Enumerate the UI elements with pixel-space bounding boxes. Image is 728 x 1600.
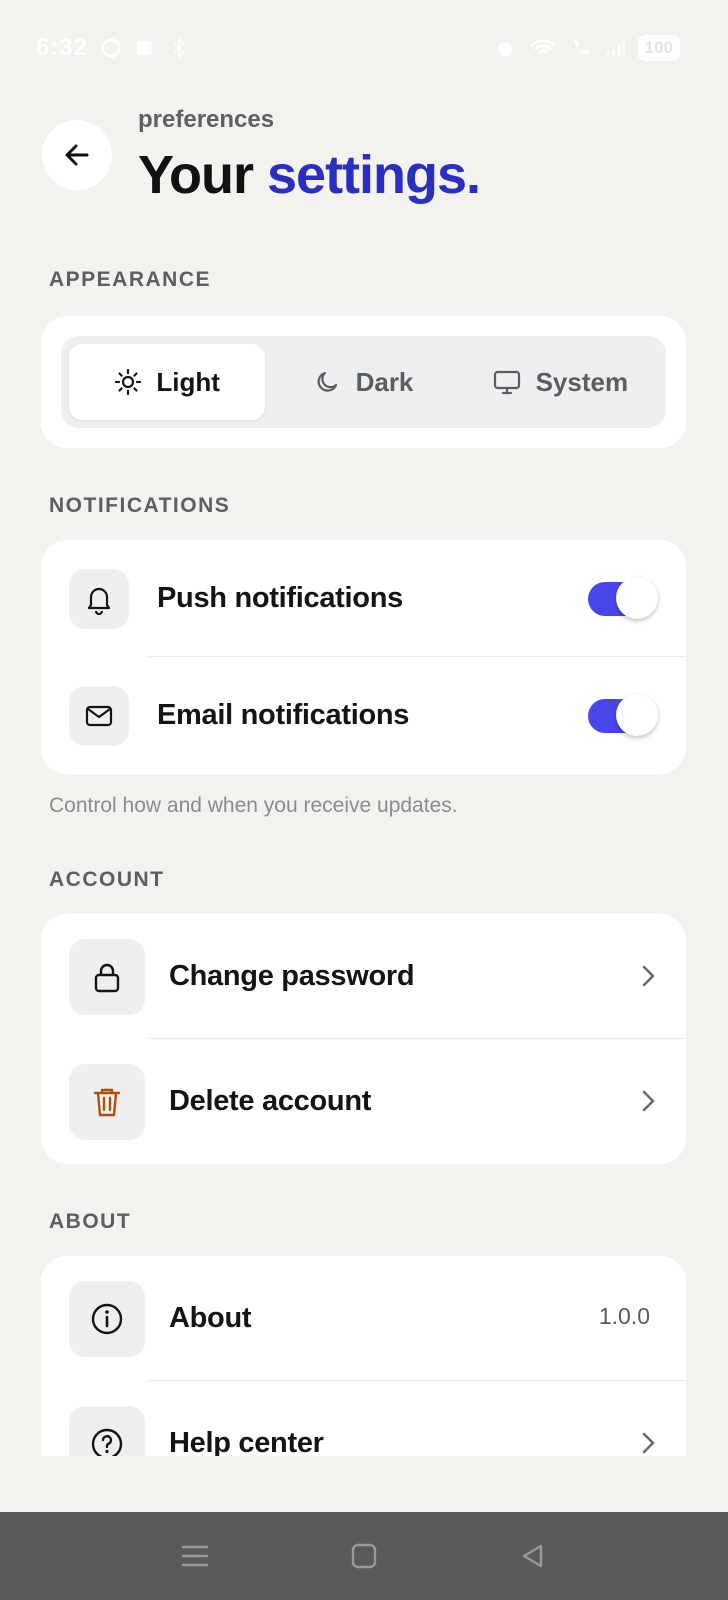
lock-icon: [94, 963, 120, 992]
section-label-about: ABOUT: [49, 1210, 132, 1233]
home-icon[interactable]: [349, 1541, 379, 1571]
notifications-helper-text: Control how and when you receive updates…: [49, 794, 458, 817]
icon-box: [69, 1063, 145, 1140]
chevron-right-icon: [642, 965, 655, 987]
icon-box: [69, 685, 129, 746]
mail-icon: [85, 705, 113, 726]
account-card: Change password Delete account: [41, 914, 686, 1164]
whatsapp-icon: [101, 38, 121, 58]
theme-option-label: System: [535, 366, 629, 397]
status-bar: 6:32 100: [0, 0, 728, 96]
back-button[interactable]: [42, 120, 112, 190]
system-navigation-bar: [0, 1512, 728, 1600]
monitor-icon: [493, 370, 520, 395]
theme-option-label: Dark: [355, 366, 414, 397]
page-title: Your settings.: [138, 144, 481, 206]
help-center-row[interactable]: Help center: [41, 1381, 686, 1456]
icon-box: [69, 1280, 145, 1357]
chevron-right-icon: [642, 1432, 655, 1454]
help-center-label: Help center: [169, 1427, 324, 1456]
app-version: 1.0.0: [598, 1303, 650, 1329]
theme-option-dark[interactable]: Dark: [265, 344, 461, 420]
sun-icon: [115, 368, 142, 396]
bluetooth-icon: [173, 37, 186, 59]
about-card: About 1.0.0 Help center: [41, 1256, 686, 1456]
moon-icon: [317, 371, 337, 392]
email-notifications-row[interactable]: Email notifications: [41, 657, 686, 774]
theme-selector: Light Dark System: [61, 336, 666, 428]
battery-indicator: 100: [637, 35, 680, 61]
info-icon: [91, 1303, 123, 1334]
icon-box: [69, 938, 145, 1015]
about-row[interactable]: About 1.0.0: [41, 1256, 686, 1381]
theme-option-light[interactable]: Light: [69, 344, 266, 420]
change-password-label: Change password: [169, 960, 415, 992]
back-triangle-icon[interactable]: [518, 1541, 548, 1571]
wifi-icon: [530, 39, 555, 54]
page-subtitle: preferences: [138, 106, 275, 133]
delete-account-label: Delete account: [169, 1085, 372, 1117]
email-notifications-label: Email notifications: [157, 699, 410, 731]
help-icon: [91, 1428, 123, 1456]
alarm-icon: [497, 41, 512, 57]
email-notifications-toggle[interactable]: [588, 694, 658, 736]
section-label-appearance: APPEARANCE: [49, 268, 212, 291]
push-notifications-row[interactable]: Push notifications: [41, 540, 686, 657]
menu-icon[interactable]: [180, 1541, 210, 1571]
page-title-accent: settings.: [267, 145, 481, 205]
arrow-left-icon: [65, 144, 89, 166]
theme-option-label: Light: [156, 366, 220, 397]
page-title-main: Your: [138, 145, 267, 205]
toggle-knob: [616, 694, 658, 736]
call-icon: [574, 39, 589, 55]
section-label-account: ACCOUNT: [49, 868, 165, 891]
status-time: 6:32: [36, 34, 89, 61]
change-password-row[interactable]: Change password: [41, 914, 686, 1039]
about-label: About: [169, 1302, 252, 1334]
bell-icon: [87, 587, 111, 615]
signal-icon: [606, 40, 625, 56]
toggle-knob: [616, 577, 658, 619]
push-notifications-label: Push notifications: [157, 582, 403, 614]
chevron-right-icon: [642, 1090, 655, 1112]
teams-icon: [136, 40, 152, 56]
trash-icon: [93, 1088, 121, 1116]
push-notifications-toggle[interactable]: [588, 577, 658, 619]
notifications-card: Push notifications Email notifications: [41, 540, 686, 774]
icon-box: [69, 1405, 145, 1456]
icon-box: [69, 568, 129, 629]
appearance-card: Light Dark System: [41, 316, 686, 448]
section-label-notifications: NOTIFICATIONS: [49, 494, 231, 517]
theme-option-system[interactable]: System: [462, 344, 658, 420]
delete-account-row[interactable]: Delete account: [41, 1039, 686, 1164]
